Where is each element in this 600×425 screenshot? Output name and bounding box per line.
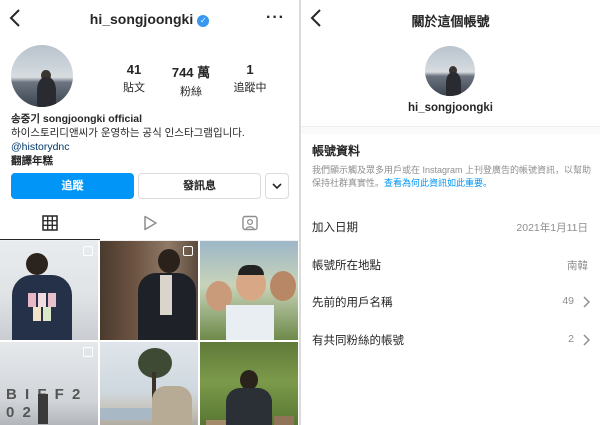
chevron-right-icon [583,296,590,308]
followers-stat[interactable]: 744 萬 粉絲 [161,62,221,99]
former-usernames-count: 49 [562,295,574,307]
following-count: 1 [246,62,254,77]
account-info-description: 我們顯示觸及眾多用戶或在 Instagram 上刊登廣告的帳號資訊，以幫助保持社… [312,164,592,190]
post-thumbnail[interactable] [100,241,198,340]
bio-text: 하이스토리디앤씨가 운영하는 공식 인스타그램입니다. [11,127,245,139]
post-thumbnail[interactable] [100,342,198,425]
shared-followers-label: 有共同粉絲的帳號 [312,335,404,347]
bio: 송중기 songjoongki official 하이스토리디앤씨가 운영하는 … [11,112,291,168]
posts-stat[interactable]: 41 貼文 [104,62,164,95]
post-thumbnail[interactable] [200,342,298,425]
chevron-right-icon [583,334,590,346]
profile-top-bar: hi_songjoongki ✓ ··· [0,0,299,38]
username-text: hi_songjoongki [89,11,194,27]
follow-button[interactable]: 追蹤 [11,173,134,199]
date-joined-value: 2021年1月11日 [516,222,588,234]
post-thumbnail[interactable]: B I F F 2 0 2 1 [0,342,98,425]
date-joined-row: 加入日期 2021年1月11日 [301,211,600,241]
shared-followers-count: 2 [568,333,574,345]
bio-link[interactable]: @historydnc [11,140,291,154]
avatar[interactable] [11,45,73,107]
biff-sign-text: B I F F 2 0 2 1 [6,386,83,421]
shared-followers-row[interactable]: 有共同粉絲的帳號 2 [301,324,600,354]
followers-label: 粉絲 [180,86,202,98]
section-divider [301,126,600,134]
posts-label: 貼文 [123,82,145,94]
learn-more-link[interactable]: 查看為何此資訊如此重要。 [384,178,492,188]
about-account-screen: 關於這個帳號 hi_songjoongki 帳號資料 我們顯示觸及眾多用戶或在 … [301,0,600,425]
bio-name: 송중기 songjoongki official [11,113,143,125]
posts-count: 41 [126,62,142,77]
account-location-value: 南韓 [567,260,588,272]
more-options-button[interactable]: ··· [266,9,285,27]
followers-count: 744 萬 [171,65,211,80]
avatar [425,46,475,96]
profile-username-header: hi_songjoongki ✓ [0,11,299,27]
tab-tagged[interactable] [200,207,299,240]
message-button[interactable]: 發訊息 [138,173,261,199]
tab-reels[interactable] [100,207,200,240]
post-thumbnail[interactable] [200,241,298,340]
profile-screen: hi_songjoongki ✓ ··· 41 貼文 744 萬 粉絲 1 追蹤中… [0,0,299,425]
reels-icon [144,215,157,231]
tab-posts[interactable] [0,207,100,240]
post-thumbnail[interactable] [0,241,98,340]
tagged-icon [242,215,258,231]
verified-badge-icon: ✓ [197,15,210,27]
former-usernames-row[interactable]: 先前的用戶名稱 49 [301,286,600,316]
following-label: 追蹤中 [233,82,267,94]
about-top-bar: 關於這個帳號 [301,0,600,38]
date-joined-label: 加入日期 [312,222,358,234]
about-username: hi_songjoongki [408,102,493,114]
account-location-label: 帳號所在地點 [312,260,381,272]
suggested-accounts-button[interactable] [265,173,289,199]
chevron-down-icon [272,183,282,190]
translate-link[interactable]: 翻譯年糕 [11,154,291,168]
grid-icon [42,215,58,231]
about-title: 關於這個帳號 [411,14,490,29]
profile-tabs [0,207,299,241]
following-stat[interactable]: 1 追蹤中 [220,62,280,95]
account-location-row: 帳號所在地點 南韓 [301,249,600,279]
former-usernames-label: 先前的用戶名稱 [312,297,393,309]
account-info-heading: 帳號資料 [312,144,361,158]
